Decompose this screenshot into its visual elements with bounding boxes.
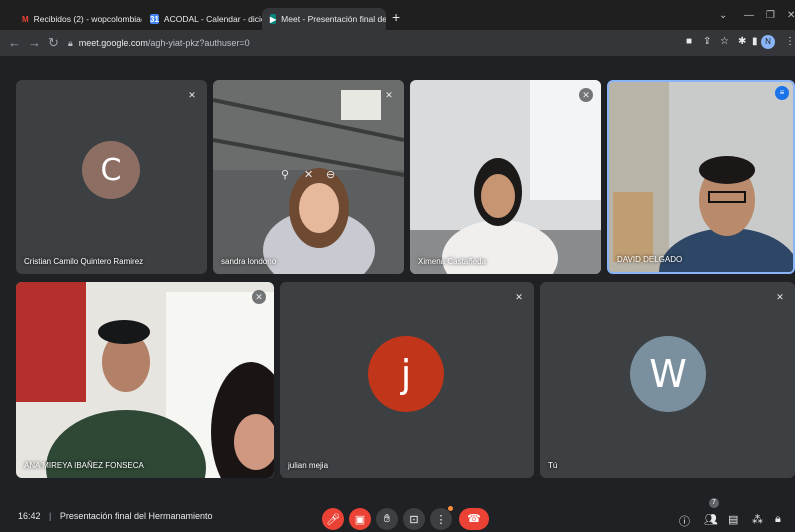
reload-icon[interactable]: ↻	[48, 35, 59, 51]
extensions-icon[interactable]: ✱	[738, 36, 746, 47]
minimize-icon[interactable]: —	[744, 10, 754, 21]
microphone-toggle-button[interactable]: 🎤︎	[322, 508, 344, 530]
tab-title: Meet - Presentación final de	[281, 14, 386, 24]
tab-gmail[interactable]: M Recibidos (2) - wopcolombia@u ✕	[14, 8, 142, 30]
url-field[interactable]: 🔒︎ meet.google.com/agh-yiat-pkz?authuser…	[68, 35, 658, 51]
mic-off-icon: ✕	[385, 90, 393, 100]
leave-call-button[interactable]: ☎	[459, 508, 489, 530]
chat-icon[interactable]: ▤	[728, 513, 738, 526]
browser-tab-strip: M Recibidos (2) - wopcolombia@u ✕ 31 ACO…	[0, 0, 795, 30]
participant-name: DAVID DELGADO	[617, 255, 683, 264]
tab-title: ACODAL - Calendar - diciembre	[163, 14, 262, 24]
participant-tile[interactable]: ⚲ ✕ ⊖ ✕ sandra londono	[213, 80, 404, 274]
bookmark-star-icon[interactable]: ☆	[720, 36, 729, 47]
participant-name: Tú	[548, 461, 558, 470]
participant-name: Ximena Castañeda	[418, 257, 487, 266]
participant-avatar: W	[630, 336, 706, 412]
tab-calendar[interactable]: 31 ACODAL - Calendar - diciembre ✕	[142, 8, 262, 30]
end-call-icon: ☎	[467, 513, 481, 525]
participant-name: ANA MIREYA IBAÑEZ FONSECA	[24, 461, 144, 470]
participant-name: Cristian Camilo Quintero Ramirez	[24, 257, 144, 266]
host-controls-icon[interactable]: 🔒︎	[775, 513, 781, 526]
participant-avatar: j	[368, 336, 444, 412]
tab-search-icon[interactable]: ⌄	[719, 10, 727, 21]
participant-tile[interactable]: C ✕ Cristian Camilo Quintero Ramirez	[16, 80, 207, 274]
address-bar: ← → ↻ 🔒︎ meet.google.com/agh-yiat-pkz?au…	[0, 30, 795, 56]
tab-title: Recibidos (2) - wopcolombia@u	[33, 14, 142, 24]
menu-icon[interactable]: ⋮	[785, 36, 795, 47]
meeting-title: Presentación final del Hermanamiento	[59, 511, 213, 521]
participant-video	[609, 82, 793, 272]
lock-icon: 🔒︎	[68, 37, 73, 48]
tab-meet[interactable]: ▶ Meet - Presentación final de ● ✕	[262, 8, 386, 30]
mic-off-icon: ✕	[579, 88, 593, 102]
notification-dot	[448, 506, 453, 511]
more-vert-icon: ⋮	[435, 513, 447, 526]
mic-off-icon: ✕	[776, 292, 784, 302]
meeting-details-icon[interactable]: ⓘ	[679, 513, 690, 529]
people-icon[interactable]: 👥︎	[704, 513, 718, 526]
present-icon: ⊡	[409, 513, 419, 526]
self-tile[interactable]: W ✕ Tú	[540, 282, 795, 478]
back-icon[interactable]: ←	[8, 35, 21, 50]
more-options-button[interactable]: ⋮	[430, 508, 452, 530]
share-icon[interactable]: ⇪	[703, 36, 711, 47]
raise-hand-button[interactable]: ✋︎	[376, 508, 398, 530]
meeting-controls-bar: 16:42 | Presentación final del Hermanami…	[0, 500, 795, 532]
participant-tile[interactable]: ✕ ANA MIREYA IBAÑEZ FONSECA	[16, 282, 274, 478]
mic-off-icon: 🎤︎	[326, 513, 340, 526]
pin-icon[interactable]: ⚲	[281, 168, 289, 181]
speaking-indicator-icon: ≡	[775, 86, 789, 100]
participant-avatar: C	[82, 141, 140, 199]
meeting-time: 16:42	[18, 511, 41, 521]
side-panel-icon[interactable]: ▮	[752, 36, 758, 47]
activities-icon[interactable]: ⁂	[752, 513, 763, 526]
gmail-icon: M	[22, 14, 29, 24]
mic-off-icon: ✕	[515, 292, 523, 302]
remove-participant-icon[interactable]: ⊖	[326, 168, 335, 181]
participant-count-badge: 7	[709, 498, 719, 508]
participant-name: sandra londono	[221, 257, 277, 266]
camera-off-icon: ▣	[354, 513, 366, 526]
hand-icon: ✋︎	[383, 512, 391, 525]
meet-icon: ▶	[270, 14, 277, 24]
divider: |	[49, 511, 52, 521]
window-close-icon[interactable]: ✕	[787, 10, 795, 21]
forward-icon[interactable]: →	[28, 35, 41, 50]
mic-off-icon: ✕	[188, 90, 196, 100]
new-tab-icon[interactable]: +	[392, 9, 400, 25]
present-screen-button[interactable]: ⊡	[403, 508, 425, 530]
mic-off-icon: ✕	[252, 290, 266, 304]
camera-toggle-button[interactable]: ▣	[349, 508, 371, 530]
participant-tile[interactable]: j ✕ julian mejia	[280, 282, 534, 478]
maximize-icon[interactable]: ❐	[766, 10, 775, 21]
profile-avatar[interactable]: N	[761, 35, 775, 49]
participant-video	[16, 282, 274, 478]
meeting-info: 16:42 | Presentación final del Hermanami…	[18, 511, 213, 521]
participant-tile[interactable]: ✕ Ximena Castañeda	[410, 80, 601, 274]
url-host: meet.google.com	[78, 38, 148, 48]
participant-video	[410, 80, 601, 274]
participant-name: julian mejia	[288, 461, 329, 470]
camera-icon[interactable]: ■	[686, 36, 692, 47]
calendar-icon: 31	[150, 14, 159, 24]
participant-tile-active-speaker[interactable]: ≡ DAVID DELGADO	[607, 80, 795, 274]
mute-participant-icon[interactable]: ✕	[304, 168, 313, 181]
url-path: /agh-yiat-pkz?authuser=0	[147, 38, 250, 48]
